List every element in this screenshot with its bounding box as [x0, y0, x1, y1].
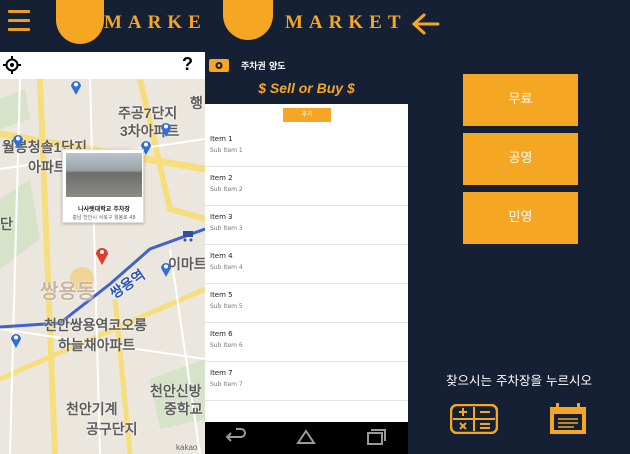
- public-parking-button[interactable]: 공영: [463, 133, 578, 185]
- ticket-list: 추가 Item 1 Sub Item 1 Item 2 Sub Item 2 I…: [205, 104, 408, 422]
- list-item-subtitle: Sub Item 6: [210, 342, 243, 349]
- map-label: 쌍용동: [40, 281, 96, 303]
- list-item-subtitle: Sub Item 7: [210, 381, 243, 388]
- list-item-subtitle: Sub Item 4: [210, 264, 243, 271]
- list-item-partial[interactable]: [205, 401, 408, 422]
- instruction-text: 찾으시는 주차장을 누르시오: [446, 373, 592, 388]
- map-label: 천안신방: [150, 383, 202, 399]
- list-item-title: Item 4: [210, 252, 233, 260]
- android-navbar: [205, 422, 408, 454]
- map-label: 천안기계: [66, 401, 118, 417]
- parking-pin-icon[interactable]: [160, 121, 172, 137]
- parking-lot-photo: [66, 153, 142, 197]
- popup-title: 나사렛대학교 주차장: [78, 206, 130, 213]
- list-item[interactable]: Item 5 Sub Item 5: [205, 284, 408, 323]
- cart-icon: [183, 231, 193, 242]
- map-label: 주공7단지: [118, 105, 178, 121]
- parking-info-popup[interactable]: 나사렛대학교 주차장 충남 천안시 서북구 월봉로 48: [62, 149, 144, 223]
- app-logo-text: MARKET: [104, 12, 205, 33]
- add-button[interactable]: 추가: [283, 108, 331, 122]
- parking-pin-icon[interactable]: [12, 133, 24, 149]
- list-item-title: Item 5: [210, 291, 233, 299]
- map-label: 단: [0, 216, 13, 232]
- calculator-icon[interactable]: [450, 404, 498, 434]
- parking-pin-icon[interactable]: [160, 261, 172, 277]
- free-parking-button[interactable]: 무료: [463, 74, 578, 126]
- popup-address: 충남 천안시 서북구 월봉로 48: [72, 215, 136, 221]
- list-item-subtitle: Sub Item 3: [210, 225, 243, 232]
- list-item-title: Item 2: [210, 174, 233, 182]
- app-header: MARKET: [205, 0, 408, 52]
- list-item-title: Item 1: [210, 135, 233, 143]
- selected-parking-pin-icon[interactable]: [95, 245, 109, 265]
- map-label: 이마트: [168, 256, 205, 272]
- menu-icon[interactable]: [8, 10, 30, 32]
- map-label: 공구단지: [86, 421, 138, 437]
- calendar-icon[interactable]: [548, 402, 588, 436]
- list-item-title: Item 6: [210, 330, 233, 338]
- map-view[interactable]: 주공7단지 3차아파트 행 월봉청솔1단지 아파트 단 이마트 쌍용역 쌍용동 …: [0, 79, 205, 454]
- screen-titlebar: 주차권 양도: [205, 52, 408, 78]
- parking-pin-icon[interactable]: [10, 332, 22, 348]
- private-parking-button[interactable]: 민영: [463, 192, 578, 244]
- list-item[interactable]: Item 1 Sub Item 1: [205, 128, 408, 167]
- logo-emblem: [56, 0, 104, 44]
- back-icon[interactable]: [225, 428, 247, 446]
- ticket-icon: [209, 59, 229, 72]
- parking-pin-icon[interactable]: [70, 79, 82, 95]
- list-item-subtitle: Sub Item 5: [210, 303, 243, 310]
- list-item[interactable]: Item 3 Sub Item 3: [205, 206, 408, 245]
- list-item-title: Item 7: [210, 369, 233, 377]
- current-location-icon[interactable]: [3, 56, 21, 74]
- map-attribution: kakao: [176, 443, 198, 452]
- map-label: 천안쌍용역코오롱: [44, 317, 148, 333]
- ticket-transfer-screen: MARKET 주차권 양도 $ Sell or Buy $ 추가 Item 1 …: [205, 0, 408, 454]
- list-item[interactable]: Item 7 Sub Item 7: [205, 362, 408, 401]
- app-logo-text: MARKET: [285, 12, 407, 33]
- logo-emblem: [223, 0, 273, 40]
- list-item[interactable]: Item 6 Sub Item 6: [205, 323, 408, 362]
- map-label: 하늘채아파트: [58, 337, 136, 353]
- map-screen: MARKET ?: [0, 0, 205, 454]
- screen-title: 주차권 양도: [241, 62, 286, 72]
- list-item[interactable]: Item 4 Sub Item 4: [205, 245, 408, 284]
- sell-buy-banner: $ Sell or Buy $: [258, 80, 355, 96]
- list-item-title: Item 3: [210, 213, 233, 221]
- back-arrow-icon[interactable]: [410, 12, 440, 36]
- map-toolbar: ?: [0, 52, 205, 79]
- map-label: 중학교: [164, 401, 203, 417]
- list-item-subtitle: Sub Item 2: [210, 186, 243, 193]
- map-label: 행: [190, 95, 203, 111]
- recent-apps-icon[interactable]: [365, 428, 387, 446]
- app-header: MARKET: [0, 0, 205, 52]
- map-label: 아파트: [28, 159, 67, 175]
- help-icon[interactable]: ?: [182, 54, 193, 75]
- home-icon[interactable]: [295, 428, 317, 446]
- parking-type-screen: 무료 공영 민영 찾으시는 주차장을 누르시오: [408, 0, 630, 454]
- list-item-subtitle: Sub Item 1: [210, 147, 243, 154]
- list-item[interactable]: Item 2 Sub Item 2: [205, 167, 408, 206]
